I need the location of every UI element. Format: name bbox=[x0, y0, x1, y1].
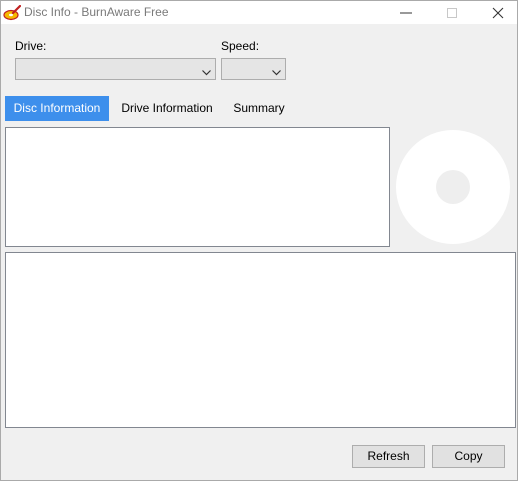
tab-disc-information[interactable]: Disc Information bbox=[5, 96, 109, 121]
copy-button[interactable]: Copy bbox=[432, 445, 505, 468]
disc-info-window: Disc Info - BurnAware Free Drive: Speed: bbox=[0, 0, 518, 481]
window-title: Disc Info - BurnAware Free bbox=[24, 5, 169, 19]
maximize-button[interactable] bbox=[429, 1, 475, 24]
drive-select[interactable] bbox=[15, 58, 216, 80]
tab-drive-information[interactable]: Drive Information bbox=[115, 96, 219, 121]
chevron-down-icon bbox=[202, 65, 211, 79]
tab-summary[interactable]: Summary bbox=[228, 96, 290, 121]
speed-label: Speed: bbox=[221, 39, 260, 53]
maximize-icon bbox=[447, 8, 457, 18]
minimize-icon bbox=[400, 12, 412, 14]
drive-label: Drive: bbox=[15, 39, 47, 53]
close-icon bbox=[492, 7, 504, 19]
disc-info-panel[interactable] bbox=[5, 127, 390, 247]
title-bar[interactable]: Disc Info - BurnAware Free bbox=[1, 1, 517, 24]
refresh-button[interactable]: Refresh bbox=[352, 445, 425, 468]
disc-icon bbox=[396, 130, 510, 247]
details-panel[interactable] bbox=[5, 252, 516, 428]
speed-select[interactable] bbox=[221, 58, 286, 80]
burnaware-app-icon bbox=[3, 4, 22, 21]
minimize-button[interactable] bbox=[383, 1, 429, 24]
close-button[interactable] bbox=[475, 1, 518, 24]
chevron-down-icon bbox=[272, 65, 281, 79]
